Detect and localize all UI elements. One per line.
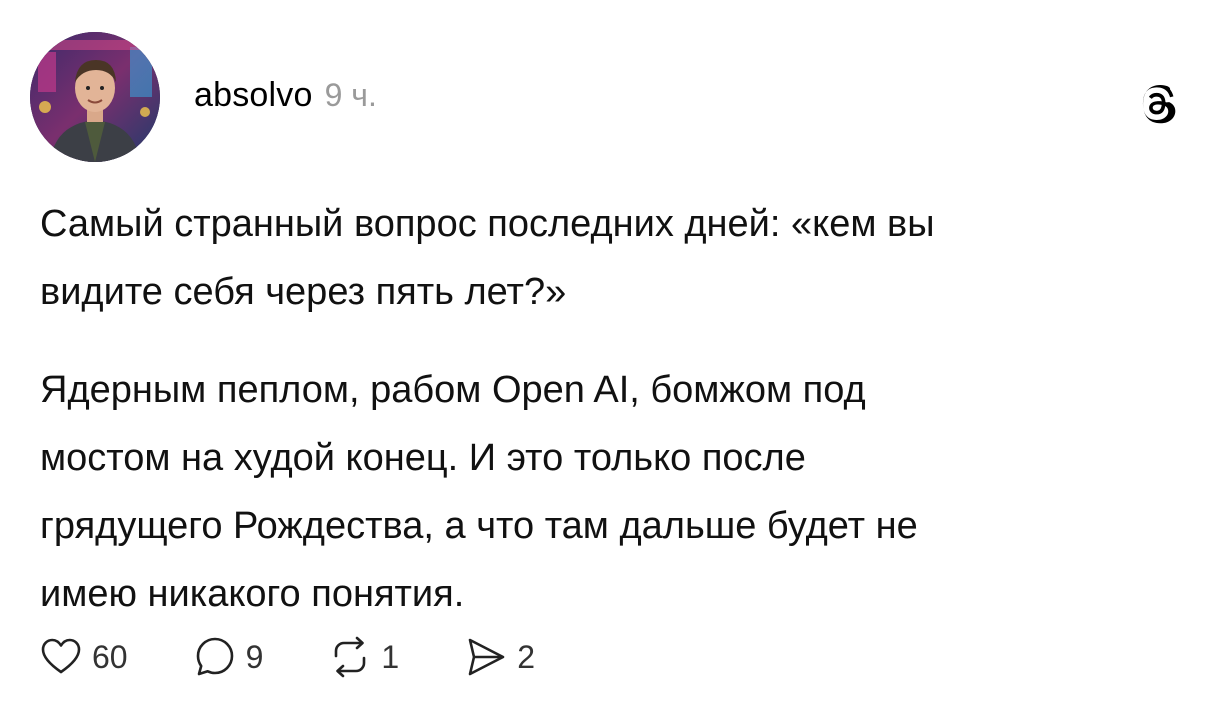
repost-count: 1 [381, 638, 400, 675]
avatar-photo [30, 32, 160, 162]
share-button[interactable]: 2 [463, 632, 535, 682]
post-header: absolvo 9 ч. [30, 32, 1180, 162]
post-meta: absolvo 9 ч. [194, 76, 377, 120]
like-count: 60 [92, 638, 128, 675]
comment-icon [196, 637, 233, 676]
post-actions: 60 9 1 2 [38, 632, 599, 682]
avatar[interactable] [30, 32, 160, 162]
post-body: Самый странный вопрос последних дней: «к… [40, 190, 1170, 658]
like-button[interactable]: 60 [38, 632, 128, 682]
username[interactable]: absolvo [194, 76, 313, 115]
repost-button[interactable]: 1 [327, 632, 399, 682]
repost-icon [335, 636, 366, 678]
share-count: 2 [517, 638, 535, 675]
threads-logo-icon[interactable] [1136, 82, 1180, 126]
post-paragraph: Ядерным пеплом, рабом Open AI, бомжом по… [40, 369, 918, 615]
heart-icon [41, 638, 81, 674]
send-icon [468, 638, 505, 676]
comment-button[interactable]: 9 [192, 632, 264, 682]
post-paragraph: Самый странный вопрос последних дней: «к… [40, 203, 935, 313]
comment-count: 9 [245, 638, 264, 675]
thread-post: absolvo 9 ч. Самый странный вопрос после… [0, 0, 1206, 724]
post-timestamp: 9 ч. [324, 77, 377, 113]
